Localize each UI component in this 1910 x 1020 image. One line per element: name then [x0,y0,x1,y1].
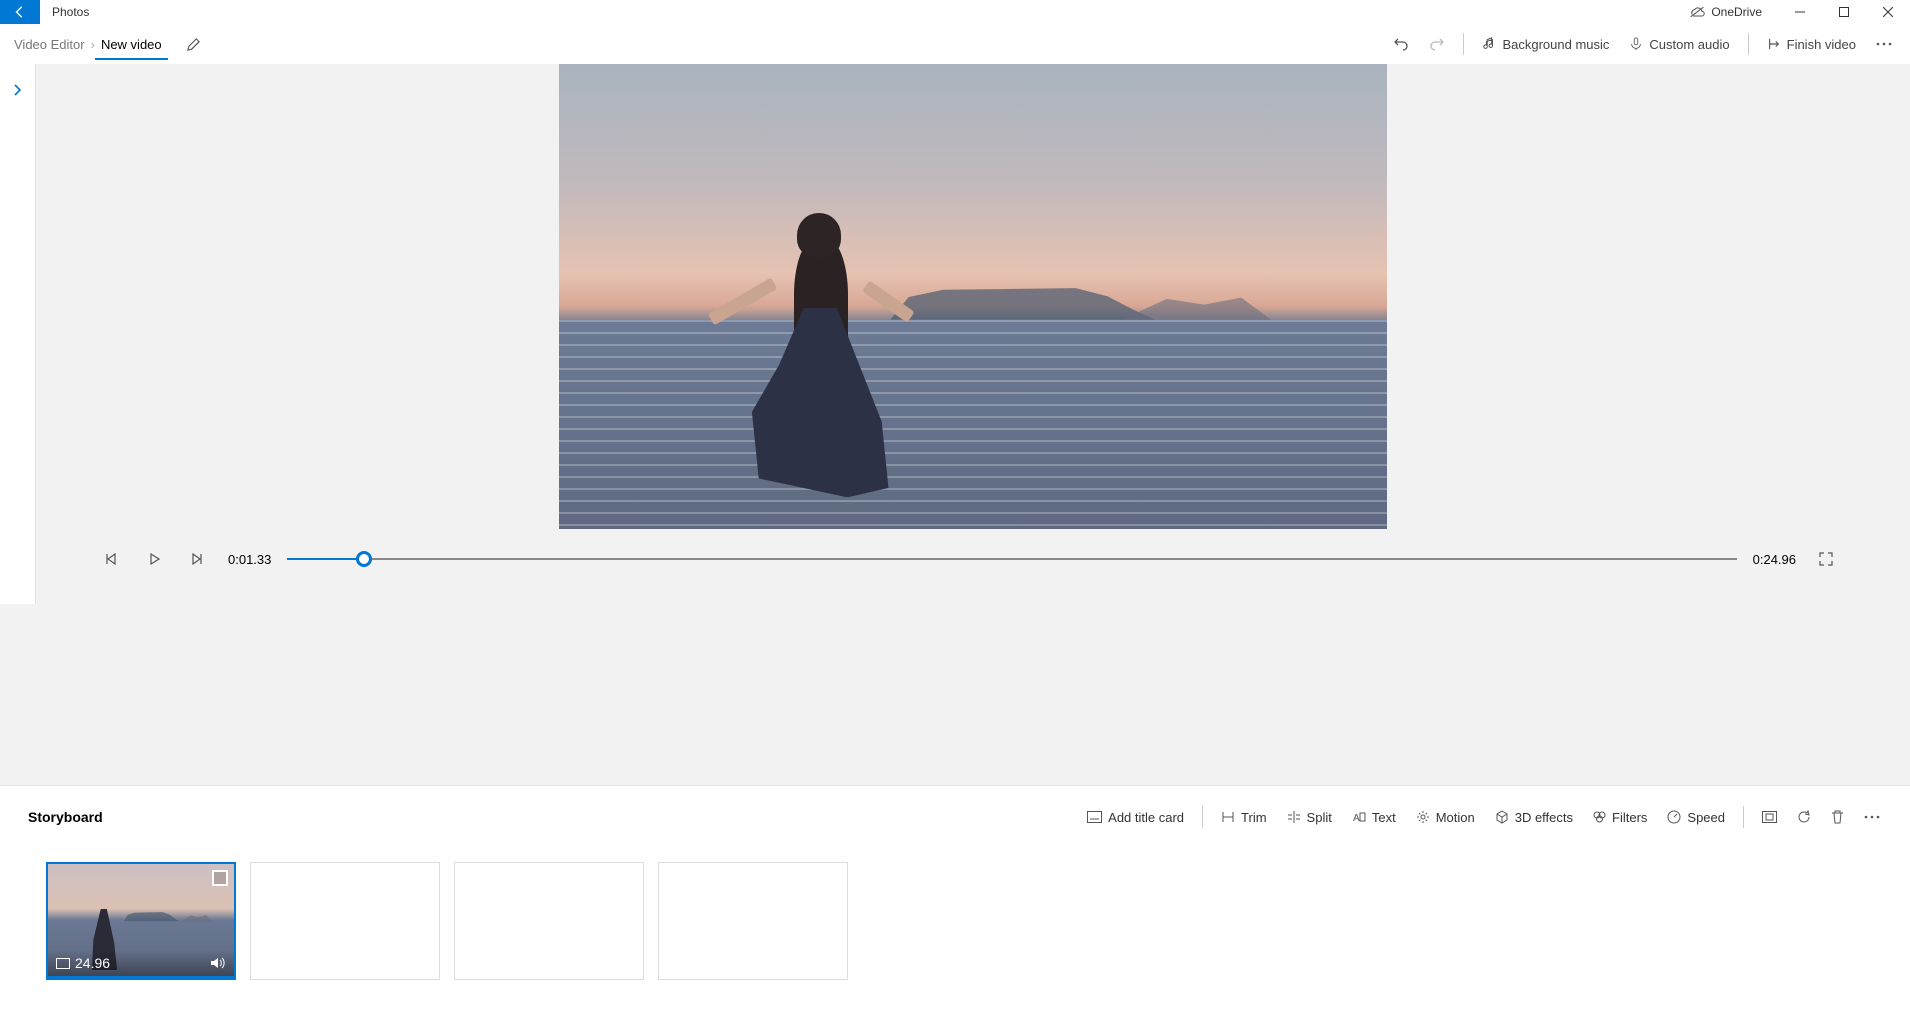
rename-button[interactable] [186,37,201,52]
main-toolbar: Video Editor › New video Background musi… [0,24,1910,64]
workspace: 0:01.33 0:24.96 [0,64,1910,785]
background-music-button[interactable]: Background music [1472,26,1619,62]
music-icon [1482,37,1496,51]
motion-button[interactable]: Motion [1406,800,1485,834]
add-title-card-button[interactable]: Add title card [1077,800,1194,834]
split-icon [1287,811,1301,823]
3d-effects-label: 3D effects [1515,810,1573,825]
custom-audio-button[interactable]: Custom audio [1619,26,1739,62]
filters-icon [1593,810,1606,824]
seek-thumb[interactable] [356,551,372,567]
back-button[interactable] [0,0,40,24]
clip-duration: 24.96 [75,955,110,971]
volume-icon[interactable] [210,956,226,970]
resize-button[interactable] [1752,800,1787,834]
clip-placeholder-2[interactable] [454,862,644,980]
3d-effects-button[interactable]: 3D effects [1485,800,1583,834]
current-time: 0:01.33 [228,552,271,567]
fullscreen-button[interactable] [1812,545,1840,573]
split-label: Split [1307,810,1332,825]
clip-checkbox[interactable] [212,870,228,886]
speed-button[interactable]: Speed [1657,800,1735,834]
storyboard-area: 24.96 [0,844,1910,1020]
duration-icon [56,958,70,969]
close-button[interactable] [1866,0,1910,24]
text-label: Text [1372,810,1396,825]
custom-audio-label: Custom audio [1649,37,1729,52]
export-icon [1767,37,1781,51]
speed-label: Speed [1687,810,1725,825]
trim-button[interactable]: Trim [1211,800,1277,834]
clip-placeholder-1[interactable] [250,862,440,980]
filters-label: Filters [1612,810,1647,825]
split-button[interactable]: Split [1277,800,1342,834]
cloud-off-icon [1689,5,1705,19]
total-time: 0:24.96 [1753,552,1796,567]
finish-video-label: Finish video [1787,37,1856,52]
clip-placeholder-3[interactable] [658,862,848,980]
minimize-button[interactable] [1778,0,1822,24]
more-button[interactable] [1866,26,1902,62]
finish-video-button[interactable]: Finish video [1757,26,1866,62]
text-icon: A [1352,811,1366,823]
chevron-right-icon [12,84,24,96]
seek-track[interactable] [287,558,1736,560]
motion-label: Motion [1436,810,1475,825]
preview-area: 0:01.33 0:24.96 [36,64,1910,785]
breadcrumb-current[interactable]: New video [95,37,168,60]
trim-icon [1221,811,1235,823]
storyboard-toolbar: Storyboard Add title card Trim Split A T… [0,785,1910,844]
undo-button[interactable] [1383,26,1419,62]
text-button[interactable]: A Text [1342,800,1406,834]
titlebar: Photos OneDrive [0,0,1910,24]
breadcrumb-root[interactable]: Video Editor [8,37,91,52]
playback-controls: 0:01.33 0:24.96 [36,529,1910,573]
maximize-button[interactable] [1822,0,1866,24]
prev-frame-button[interactable] [96,545,124,573]
play-button[interactable] [140,545,168,573]
delete-button[interactable] [1821,800,1854,834]
mic-icon [1629,37,1643,51]
storyboard-more-button[interactable] [1854,800,1890,834]
trim-label: Trim [1241,810,1267,825]
effects-icon [1495,810,1509,824]
clip-1[interactable]: 24.96 [46,862,236,980]
onedrive-status[interactable]: OneDrive [1689,5,1762,19]
motion-icon [1416,810,1430,824]
video-preview[interactable] [559,64,1387,529]
onedrive-label: OneDrive [1711,5,1762,19]
storyboard-title: Storyboard [28,809,103,825]
library-panel-collapsed[interactable] [0,64,36,604]
filters-button[interactable]: Filters [1583,800,1657,834]
add-title-card-label: Add title card [1108,810,1184,825]
next-frame-button[interactable] [184,545,212,573]
speed-icon [1667,810,1681,824]
app-title: Photos [52,5,89,19]
svg-text:A: A [1353,813,1360,823]
redo-button[interactable] [1419,26,1455,62]
title-card-icon [1087,811,1102,823]
background-music-label: Background music [1502,37,1609,52]
rotate-button[interactable] [1787,800,1821,834]
